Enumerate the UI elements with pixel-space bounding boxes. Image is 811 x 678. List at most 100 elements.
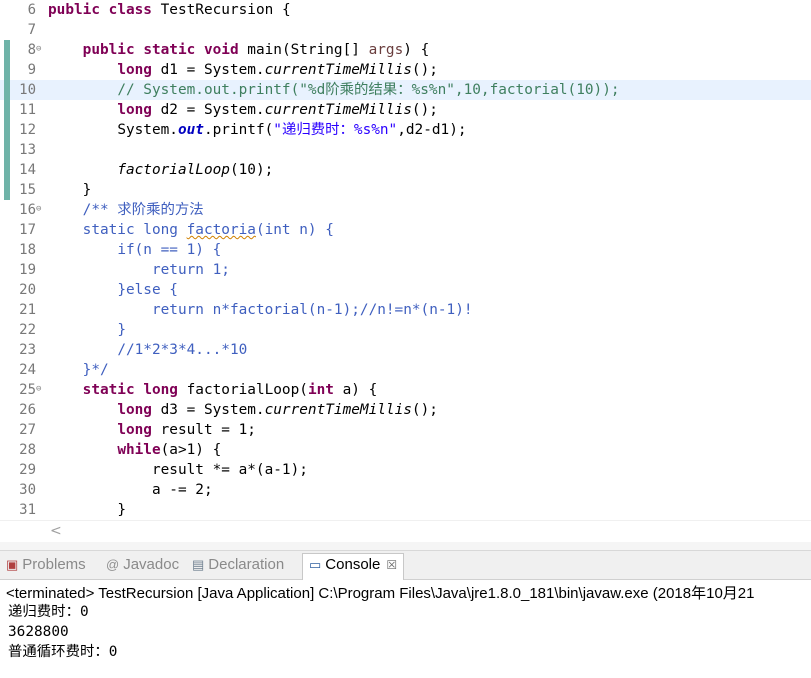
code-text: result = 1; [151, 422, 256, 438]
bottom-panel-tabbar: ▣ Problems @ Javadoc ▤ Declaration ▭ Console… [0, 551, 811, 580]
at-icon: @ [106, 557, 120, 572]
keyword: int [307, 382, 334, 398]
method-call: currentTimeMillis [264, 62, 412, 78]
keyword: static [143, 42, 196, 58]
code-line-18[interactable]: 18 if(n == 1) { [0, 240, 811, 260]
keyword: long [117, 402, 152, 418]
code-text: factorialLoop( [177, 382, 308, 398]
code-line-17[interactable]: 17 static long factoria(int n) { [0, 220, 811, 240]
code-text: a -= 2; [151, 482, 213, 498]
code-line-15[interactable]: 15 } [0, 180, 811, 200]
code-line-11[interactable]: 11 long d2 = System.currentTimeMillis(); [0, 100, 811, 120]
code-text: (a>1) { [160, 442, 222, 458]
keyword: class [108, 2, 152, 18]
code-line-6[interactable]: 6 public class TestRecursion { [0, 0, 811, 20]
code-line-8[interactable]: 8 ⊖ public static void main(String[] arg… [0, 40, 811, 60]
console-line: 普通循环费时：0 [8, 644, 118, 660]
comment-text: return 1; [151, 262, 230, 278]
fold-minus-icon[interactable]: ⊖ [36, 380, 45, 398]
comment-text: } [117, 322, 126, 338]
terminated-status: <terminated> TestRecursion [Java Applica… [6, 585, 755, 602]
line-number: 7 [27, 22, 36, 38]
code-line-26[interactable]: 26 long d3 = System.currentTimeMillis(); [0, 400, 811, 420]
code-line-24[interactable]: 24 }*/ [0, 360, 811, 380]
javadoc-comment: /** 求阶乘的方法 [82, 202, 204, 218]
tab-label: Console [325, 556, 381, 573]
code-line-25[interactable]: 25 ⊖ static long factorialLoop(int a) { [0, 380, 811, 400]
line-number: 15 [19, 182, 36, 198]
code-line-31[interactable]: 31 } [0, 500, 811, 520]
code-line-28[interactable]: 28 while(a>1) { [0, 440, 811, 460]
code-line-10[interactable]: 10 // System.out.printf("%d阶乘的结果：%s%n",1… [0, 80, 811, 100]
horizontal-scrollbar[interactable]: < [0, 520, 811, 543]
line-number: 29 [19, 462, 36, 478]
tab-label: Problems [22, 556, 86, 573]
comment-text: return n*factorial(n-1);//n!=n*(n-1)! [151, 302, 473, 318]
console-line: 递归费时：0 [8, 604, 89, 620]
code-text: a) { [333, 382, 378, 398]
tab-problems[interactable]: ▣ Problems [6, 554, 86, 576]
code-text: result *= a*(a-1); [151, 462, 308, 478]
code-editor[interactable]: 6 public class TestRecursion { 7 8 ⊖ pub… [0, 0, 811, 520]
code-line-14[interactable]: 14 factorialLoop(10); [0, 160, 811, 180]
code-line-30[interactable]: 30 a -= 2; [0, 480, 811, 500]
line-number: 6 [27, 2, 36, 18]
code-line-22[interactable]: 22 } [0, 320, 811, 340]
static-field: out [177, 122, 204, 138]
code-text: System. [117, 122, 178, 138]
code-text: d2 = System. [151, 102, 265, 118]
code-line-12[interactable]: 12 System.out.printf("递归费时：%s%n",d2-d1); [0, 120, 811, 140]
keyword: public [82, 42, 135, 58]
keyword: long [117, 422, 152, 438]
code-line-13[interactable]: 13 [0, 140, 811, 160]
line-number: 19 [19, 262, 36, 278]
tab-label: Declaration [208, 556, 285, 573]
code-line-9[interactable]: 9 long d1 = System.currentTimeMillis(); [0, 60, 811, 80]
keyword: static [82, 382, 135, 398]
code-text: ) { [403, 42, 430, 58]
code-text: .printf( [203, 122, 274, 138]
problems-icon: ▣ [6, 557, 19, 572]
tab-declaration[interactable]: ▤ Declaration [192, 554, 284, 576]
code-line-29[interactable]: 29 result *= a*(a-1); [0, 460, 811, 480]
comment-text: }*/ [82, 362, 109, 378]
code-line-21[interactable]: 21 return n*factorial(n-1);//n!=n*(n-1)! [0, 300, 811, 320]
keyword: while [117, 442, 161, 458]
keyword: public [48, 2, 100, 18]
tab-javadoc[interactable]: @ Javadoc [106, 554, 179, 576]
line-number: 28 [19, 442, 36, 458]
line-number: 20 [19, 282, 36, 298]
console-output[interactable]: <terminated> TestRecursion [Java Applica… [0, 580, 811, 678]
code-text: (); [411, 62, 438, 78]
code-line-16[interactable]: 16 ⊖ /** 求阶乘的方法 [0, 200, 811, 220]
code-line-23[interactable]: 23 //1*2*3*4...*10 [0, 340, 811, 360]
console-icon: ▭ [309, 557, 322, 572]
close-icon[interactable]: ☒ [386, 558, 397, 572]
code-line-20[interactable]: 20 }else { [0, 280, 811, 300]
tab-label: Javadoc [123, 556, 180, 573]
method-call: factorialLoop [117, 162, 230, 178]
panel-divider[interactable] [0, 542, 811, 551]
fold-minus-icon[interactable]: ⊖ [36, 40, 45, 58]
scroll-left-arrow-icon[interactable]: < [50, 523, 62, 539]
line-number: 30 [19, 482, 36, 498]
line-number: 31 [19, 502, 36, 518]
code-text: ,d2-d1); [397, 122, 467, 138]
declaration-icon: ▤ [192, 557, 205, 572]
code-line-27[interactable]: 27 long result = 1; [0, 420, 811, 440]
code-text: (); [411, 402, 438, 418]
line-number: 17 [19, 222, 36, 238]
code-line-7[interactable]: 7 [0, 20, 811, 40]
code-line-19[interactable]: 19 return 1; [0, 260, 811, 280]
line-number: 12 [19, 122, 36, 138]
fold-minus-icon[interactable]: ⊖ [36, 200, 45, 218]
line-number: 24 [19, 362, 36, 378]
line-number: 27 [19, 422, 36, 438]
line-number: 25 [19, 382, 36, 398]
line-number: 13 [19, 142, 36, 158]
tab-console[interactable]: ▭ Console ☒ [302, 553, 405, 580]
code-text: TestRecursion { [151, 2, 291, 18]
method-call: currentTimeMillis [264, 402, 412, 418]
line-number: 26 [19, 402, 36, 418]
line-number: 9 [27, 62, 36, 78]
